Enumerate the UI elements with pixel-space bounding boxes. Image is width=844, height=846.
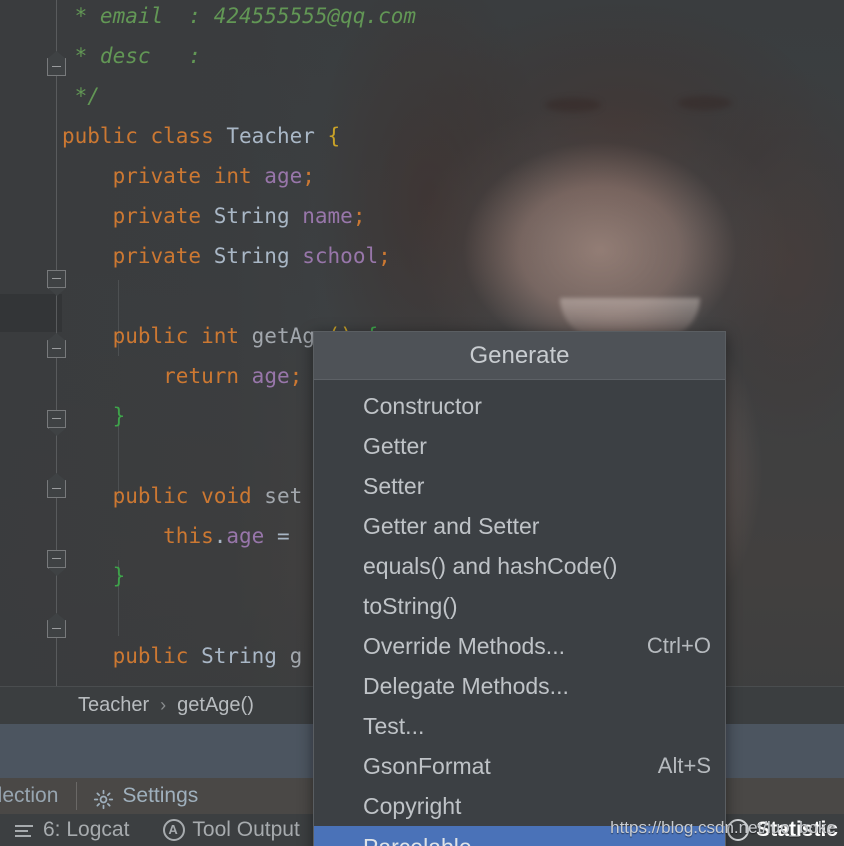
tool-window-logcat-label: 6: Logcat [43,818,130,841]
code-line: private String school; [62,236,844,276]
chevron-right-icon: › [160,695,167,715]
row-divider [76,782,78,810]
code-token: ; [352,204,366,228]
code-line: private int age; [62,156,844,196]
code-token: String [201,644,290,668]
generate-menu-item[interactable]: Setter [314,466,725,506]
code-token: g [289,644,303,668]
generate-menu-item[interactable]: equals() and hashCode() [314,546,725,586]
generate-menu-item-label: GsonFormat [363,752,491,779]
tool-window-tool-output[interactable]: A Tool Output [163,818,300,842]
tool-window-tool-output-label: Tool Output [192,818,300,841]
code-token: Teacher [226,124,328,148]
code-token: String [213,244,303,268]
generate-menu-item[interactable]: Copyright [314,786,725,826]
code-token: age [226,524,265,548]
generate-menu-item-label: Getter and Setter [363,512,540,539]
generate-menu-item[interactable]: Getter [314,426,725,466]
generate-menu-item-label: Getter [363,432,427,459]
code-token: ; [302,164,315,188]
generate-menu-item-label: toString() [363,592,458,619]
code-token: private [112,244,214,268]
code-token: } [112,564,126,588]
generate-menu-list[interactable]: Constructor Getter Setter Getter and Setter… [314,380,725,846]
generate-menu-item-shortcut: Ctrl+O [646,633,711,658]
code-token: String [213,204,303,228]
breadcrumb-class[interactable]: Teacher [78,694,149,717]
code-token: = [264,524,303,548]
code-token: public int [112,324,252,348]
gear-icon [93,789,114,810]
code-line: * email : 424555555@qq.com [62,0,844,36]
code-token: public void [112,484,265,508]
code-token: name [302,204,353,228]
code-token: this [163,524,214,548]
popup-title: Generate [314,332,725,380]
generate-menu-item[interactable]: Delegate Methods... [314,666,725,706]
generate-menu-item-label: Parcelable [363,834,472,846]
generate-menu-item-label: Test... [363,712,425,739]
generate-menu-item-label: Delegate Methods... [363,672,569,699]
logcat-lines-icon [14,819,36,841]
generate-menu-item[interactable]: Constructor [314,386,725,426]
selection-label: election [0,784,59,807]
generate-menu-item-label: Constructor [363,392,482,419]
tool-window-statistic[interactable]: Statistic [727,818,838,842]
generate-menu-item[interactable]: Override Methods... Ctrl+O [314,626,725,666]
generate-popup[interactable]: Generate Constructor Getter Setter Getter a… [313,331,726,846]
code-line: public class Teacher { [62,116,844,156]
generate-menu-item-shortcut: Alt+S [657,753,711,778]
generate-menu-item[interactable]: GsonFormat Alt+S [314,746,725,786]
statistic-label: Statistic [756,818,838,841]
code-token: school [302,244,379,268]
code-token: . [213,524,227,548]
code-token: * email : 424555555@qq.com [62,4,417,28]
generate-menu-item[interactable]: Test... [314,706,725,746]
code-line: */ [62,76,844,116]
generate-menu-item[interactable]: Parcelable [314,826,725,846]
code-line: * desc : [62,36,844,76]
generate-menu-item-label: Override Methods... [363,632,565,659]
code-token: ; [378,244,391,268]
ide-window: * email : 424555555@qq.com * desc : */ pu… [0,0,844,846]
android-circle-icon: A [163,819,186,841]
code-token: private int [112,164,265,188]
code-token: private [112,204,214,228]
code-token: age [251,364,290,388]
code-token: * desc : [62,44,202,68]
code-token: public [112,644,202,668]
code-token: */ [62,84,100,108]
code-token: ; [289,364,303,388]
generate-menu-item-label: Copyright [363,792,462,819]
generate-menu-item-label: equals() and hashCode() [363,552,618,579]
code-token: } [112,404,126,428]
breadcrumb-method[interactable]: getAge() [177,694,254,717]
statistic-circle-icon [727,819,750,841]
code-token: { [327,124,341,148]
generate-menu-item-label: Setter [363,472,425,499]
tool-window-logcat[interactable]: 6: Logcat [14,818,129,842]
code-token: age [264,164,303,188]
generate-menu-item[interactable]: Getter and Setter [314,506,725,546]
generate-menu-item[interactable]: toString() [314,586,725,626]
settings-label[interactable]: Settings [122,784,198,808]
code-token: public class [62,124,227,148]
code-token: set [264,484,303,508]
code-line: private String name; [62,196,844,236]
code-token: return [163,364,252,388]
